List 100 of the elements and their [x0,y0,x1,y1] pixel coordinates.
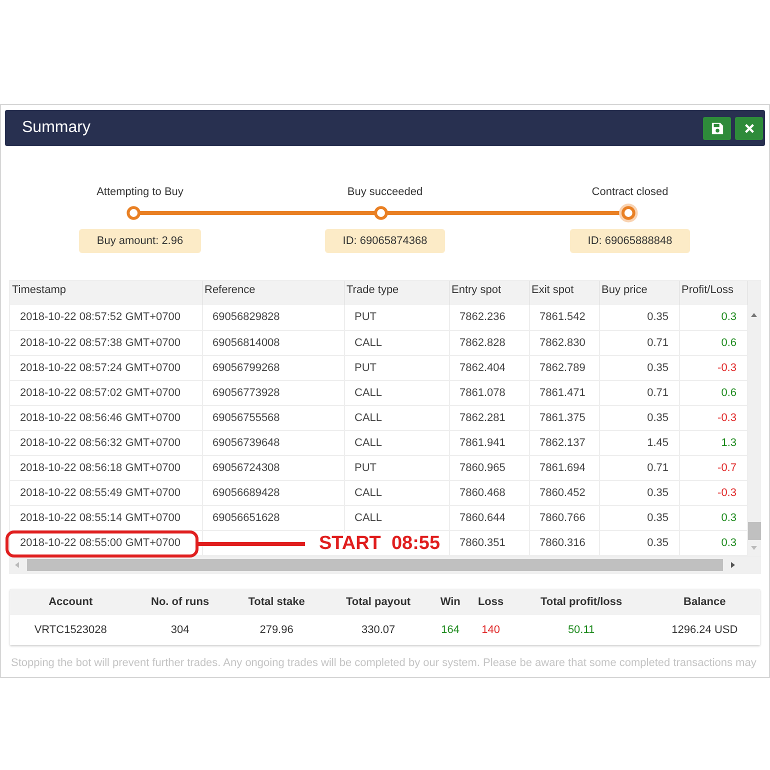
table-cell: 0.35 [599,405,679,430]
close-icon [742,122,756,134]
table-cell: 7862.404 [449,355,529,380]
table-cell: CALL [344,405,449,430]
table-cell: 164 [432,614,468,644]
scrollbar-thumb[interactable] [748,522,760,540]
table-cell: 2018-10-22 08:56:18 GMT+0700 [10,455,202,480]
column-header[interactable]: Exit spot [529,281,599,305]
table-cell: PUT [344,455,449,480]
table-cell: 7860.316 [529,530,599,555]
annotation-text: START 08:55 [319,533,440,555]
table-cell: 330.07 [324,614,432,644]
table-cell: 0.6 [679,330,747,355]
table-cell: 0.35 [599,480,679,505]
column-header[interactable]: Reference [202,281,344,305]
step-note: Buy amount: 2.96 [78,229,202,253]
column-header: Total profit/loss [513,588,650,614]
table-cell: 7861.375 [529,405,599,430]
scroll-left-icon[interactable] [13,561,21,569]
table-cell: 2018-10-22 08:55:00 GMT+0700 [10,530,202,555]
table-cell: 2018-10-22 08:57:02 GMT+0700 [10,380,202,405]
column-header: Loss [468,588,514,614]
step-label: Buy succeeded [347,186,423,198]
table-cell: 7862.830 [529,330,599,355]
table-cell: 7861.542 [529,305,599,330]
table-cell: 69056755568 [202,405,344,430]
column-header[interactable]: Trade type [344,281,449,305]
table-cell: 1.3 [679,430,747,455]
table-cell: 2018-10-22 08:57:52 GMT+0700 [10,305,202,330]
table-cell: 0.71 [599,455,679,480]
table-cell: 69056689428 [202,480,344,505]
save-button[interactable] [703,116,731,140]
step-note: ID: 69065888848 [570,229,690,253]
table-cell: 7861.471 [529,380,599,405]
table-cell: 69056829828 [202,305,344,330]
table-cell: 0.71 [599,330,679,355]
table-cell: 2018-10-22 08:55:14 GMT+0700 [10,505,202,530]
close-button[interactable] [735,116,763,140]
table-cell: 2018-10-22 08:56:32 GMT+0700 [10,430,202,455]
table-cell: 7862.137 [529,430,599,455]
step-label: Attempting to Buy [96,186,184,198]
column-header: Total stake [228,588,324,614]
table-cell: 7861.694 [529,455,599,480]
table-cell: 7862.236 [449,305,529,330]
column-header: No. of runs [131,588,229,614]
table-cell: 2018-10-22 08:57:24 GMT+0700 [10,355,202,380]
table-cell: 7862.789 [529,355,599,380]
table-cell: 7860.351 [449,530,529,555]
table-cell: 69056724308 [202,455,344,480]
step-note: ID: 69065874368 [324,229,446,253]
table-cell: 1296.24 USD [649,614,760,644]
column-header: Total payout [324,588,432,614]
scroll-right-icon[interactable] [729,561,737,569]
table-cell: 0.35 [599,530,679,555]
table-cell: PUT [344,355,449,380]
table-cell: 7861.078 [449,380,529,405]
table-cell: -0.3 [679,355,747,380]
scroll-down-icon[interactable] [750,544,758,552]
column-header: Balance [649,588,760,614]
table-cell: 0.71 [599,380,679,405]
table-cell: 69056814008 [202,330,344,355]
column-header[interactable]: Entry spot [449,281,529,305]
table-cell: 7860.766 [529,505,599,530]
table-cell: 2018-10-22 08:55:49 GMT+0700 [10,480,202,505]
table-cell: 7860.644 [449,505,529,530]
table-cell: 304 [131,614,229,644]
save-icon [710,122,724,134]
table-cell: 69056739648 [202,430,344,455]
table-cell: 7860.468 [449,480,529,505]
scrollbar-thumb[interactable] [27,559,723,571]
column-header[interactable]: Timestamp [10,281,202,305]
table-cell: CALL [344,330,449,355]
table-cell: PUT [344,305,449,330]
column-header[interactable]: Profit/Loss [679,281,747,305]
table-cell: 0.3 [679,505,747,530]
table-cell: CALL [344,505,449,530]
table-cell: 0.35 [599,305,679,330]
column-header[interactable]: Buy price [599,281,679,305]
table-cell: 279.96 [228,614,324,644]
table-cell: 0.6 [679,380,747,405]
table-cell: 7862.828 [449,330,529,355]
table-cell: 69056799268 [202,355,344,380]
column-header: Account [10,588,132,614]
table-cell: 0.3 [679,305,747,330]
table-cell: 2018-10-22 08:56:46 GMT+0700 [10,405,202,430]
table-cell: 0.35 [599,355,679,380]
table-cell: 0.35 [599,505,679,530]
scroll-up-icon[interactable] [750,311,758,319]
table-cell: -0.3 [679,405,747,430]
dialog-title: Summary [22,119,90,137]
vertical-scrollbar[interactable] [748,281,760,556]
table-cell: 2018-10-22 08:57:38 GMT+0700 [10,330,202,355]
table-cell: CALL [344,480,449,505]
table-cell: 7862.281 [449,405,529,430]
table-cell: 140 [468,614,514,644]
table-cell: VRTC1523028 [10,614,132,644]
table-cell: -0.3 [679,480,747,505]
table-cell: 69056651628 [202,505,344,530]
horizontal-scrollbar[interactable] [9,556,761,574]
table-cell: -0.7 [679,455,747,480]
